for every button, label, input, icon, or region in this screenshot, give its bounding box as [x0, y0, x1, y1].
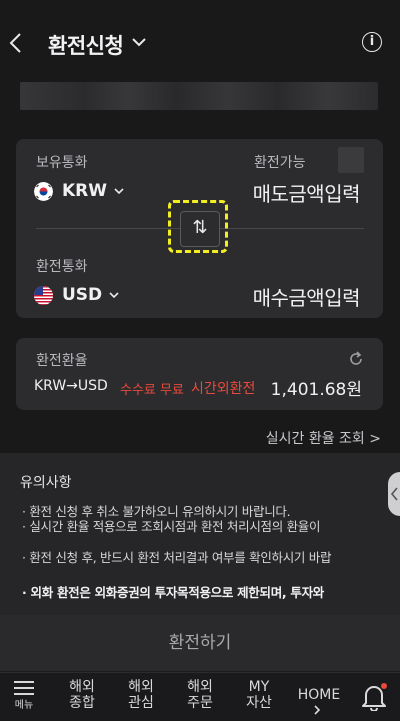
- from-currency-selector[interactable]: KRW: [34, 181, 125, 201]
- after-hours-badge: 시간외환전: [191, 381, 256, 397]
- nav-overseas-order[interactable]: 해외 주문: [180, 679, 220, 711]
- back-button[interactable]: [6, 28, 28, 58]
- exchange-submit-button[interactable]: 환전하기: [0, 615, 400, 671]
- notice-line: · 외화 환전은 외화증권의 투자목적용으로 제한되며, 투자와: [22, 585, 325, 600]
- available-amount-label: 환전가능: [254, 155, 306, 171]
- nav-label: 주문: [187, 695, 213, 711]
- korea-flag-icon: [34, 181, 53, 201]
- nav-label: 해외: [187, 679, 213, 695]
- notice-line: · 환전 신청 후, 반드시 환전 처리결과 여부를 확인하시기 바랍: [22, 550, 332, 565]
- nav-overseas-summary[interactable]: 해외 종합: [62, 679, 102, 711]
- to-currency-selector[interactable]: USD: [34, 285, 120, 305]
- chevron-right-icon: [314, 705, 321, 715]
- chevron-left-icon: [9, 33, 21, 53]
- realtime-rate-link[interactable]: 실시간 환율 조회 >: [266, 428, 381, 448]
- notification-dot: [381, 683, 387, 689]
- info-icon[interactable]: i: [362, 32, 382, 52]
- nav-label: 종합: [69, 695, 95, 711]
- target-currency-label: 환전통화: [36, 259, 88, 275]
- fee-free-badge: 수수료 무료: [120, 383, 184, 398]
- chevron-down-icon[interactable]: [131, 34, 147, 50]
- nav-overseas-watchlist[interactable]: 해외 관심: [121, 679, 161, 711]
- rate-pair: KRW→USD: [34, 378, 108, 394]
- nav-label: 해외: [128, 679, 154, 695]
- rate-value: 1,401.68원: [270, 380, 362, 400]
- nav-my-assets[interactable]: MY 자산: [239, 679, 279, 711]
- available-amount-masked: [338, 147, 364, 173]
- notice-title: 유의사항: [20, 475, 72, 491]
- sell-amount-input[interactable]: 매도금액입력: [253, 178, 361, 207]
- nav-menu-label: 메뉴: [14, 700, 34, 711]
- chevron-down-icon: [114, 188, 124, 195]
- from-currency-code: KRW: [62, 181, 108, 201]
- nav-label: 해외: [69, 679, 95, 695]
- swap-highlight: [168, 200, 228, 253]
- to-currency-code: USD: [62, 285, 103, 305]
- nav-home-label: HOME: [297, 687, 341, 703]
- chevron-down-icon: [109, 292, 119, 299]
- account-selector-masked[interactable]: [20, 82, 378, 110]
- nav-menu[interactable]: 메뉴: [8, 680, 40, 712]
- nav-label: MY: [248, 679, 270, 695]
- notice-line: · 실시간 환율 적용으로 조회시점과 환전 처리시점의 환율이: [22, 519, 321, 534]
- held-currency-label: 보유통화: [36, 155, 88, 171]
- refresh-icon[interactable]: [347, 350, 365, 368]
- side-drawer-handle[interactable]: [388, 472, 400, 516]
- page-title[interactable]: 환전신청: [48, 30, 124, 60]
- rate-label: 환전환율: [36, 353, 88, 369]
- hamburger-icon: [14, 681, 34, 695]
- bell-icon[interactable]: [360, 681, 388, 712]
- buy-amount-input[interactable]: 매수금액입력: [253, 282, 361, 311]
- nav-label: 관심: [128, 695, 154, 711]
- nav-label: 자산: [246, 695, 272, 711]
- nav-home[interactable]: HOME: [296, 687, 342, 719]
- usa-flag-icon: [34, 285, 53, 305]
